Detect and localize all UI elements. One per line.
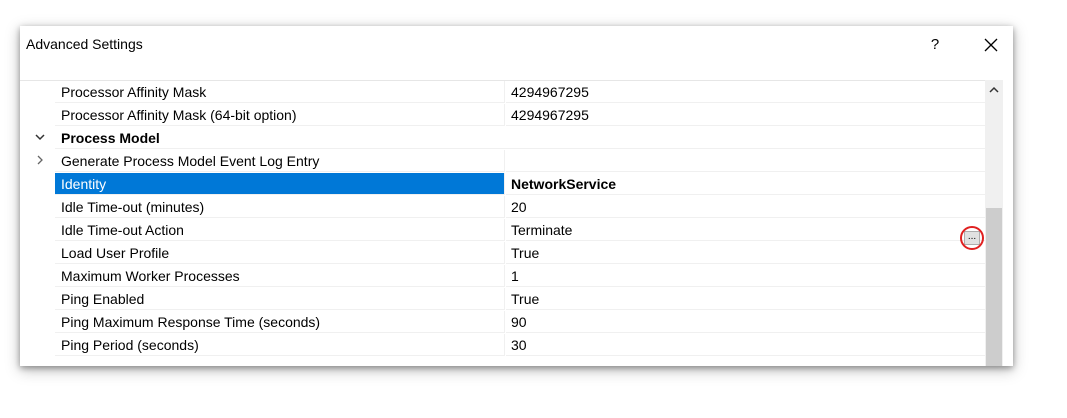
property-value[interactable]: 4294967295 [506,81,985,103]
property-value[interactable] [506,150,985,172]
chevron-down-icon[interactable] [34,131,46,143]
close-button[interactable] [970,32,1012,58]
property-row-ping-period[interactable]: Ping Period (seconds) 30 [20,334,985,357]
property-name: Maximum Worker Processes [55,265,505,287]
property-value[interactable]: 30 [506,334,985,356]
property-name: Ping Period (seconds) [55,334,505,356]
property-row-load-user-profile[interactable]: Load User Profile True [20,242,985,265]
property-value[interactable]: 90 [506,311,985,333]
property-row-processor-affinity-mask-64[interactable]: Processor Affinity Mask (64-bit option) … [20,104,985,127]
property-name: Ping Maximum Response Time (seconds) [55,311,505,333]
property-value[interactable]: 1 [506,265,985,287]
property-name: Processor Affinity Mask [55,81,505,103]
scrollbar-thumb[interactable] [986,208,1002,366]
property-name: Ping Enabled [55,288,505,310]
property-value[interactable]: NetworkService [506,173,985,195]
property-name: Load User Profile [55,242,505,264]
property-row-identity[interactable]: Identity NetworkService [20,173,985,196]
advanced-settings-dialog: Advanced Settings ? Processor Affinity M… [20,26,1013,366]
vertical-scrollbar[interactable] [985,80,1003,366]
category-row-process-model[interactable]: Process Model [20,127,985,150]
help-button[interactable]: ? [915,32,955,58]
property-name: Idle Time-out (minutes) [55,196,505,218]
property-row-ping-enabled[interactable]: Ping Enabled True [20,288,985,311]
property-row-generate-event-log-entry[interactable]: Generate Process Model Event Log Entry [20,150,985,173]
property-value[interactable]: 4294967295 [506,104,985,126]
identity-browse-button-wrapper: ... [960,226,985,250]
property-row-processor-affinity-mask[interactable]: Processor Affinity Mask 4294967295 [20,81,985,104]
close-icon [984,38,998,52]
highlight-circle [960,226,984,250]
property-value[interactable]: True [506,288,985,310]
property-grid: Processor Affinity Mask 4294967295 Proce… [20,80,985,366]
property-name: Identity [55,173,505,195]
property-row-ping-max-response-time[interactable]: Ping Maximum Response Time (seconds) 90 [20,311,985,334]
property-row-idle-timeout-action[interactable]: Idle Time-out Action Terminate [20,219,985,242]
dialog-title: Advanced Settings [26,36,143,52]
property-row-idle-timeout[interactable]: Idle Time-out (minutes) 20 [20,196,985,219]
property-row-max-worker-processes[interactable]: Maximum Worker Processes 1 [20,265,985,288]
property-value[interactable]: True [506,242,985,264]
category-name: Process Model [55,127,985,149]
property-name: Generate Process Model Event Log Entry [55,150,505,172]
chevron-up-icon [989,86,999,93]
property-name: Processor Affinity Mask (64-bit option) [55,104,505,126]
property-value[interactable]: Terminate [506,219,985,241]
title-bar: Advanced Settings ? [20,26,1013,64]
chevron-right-icon[interactable] [34,154,46,166]
property-name: Idle Time-out Action [55,219,505,241]
scroll-up-button[interactable] [985,80,1003,100]
property-value[interactable]: 20 [506,196,985,218]
